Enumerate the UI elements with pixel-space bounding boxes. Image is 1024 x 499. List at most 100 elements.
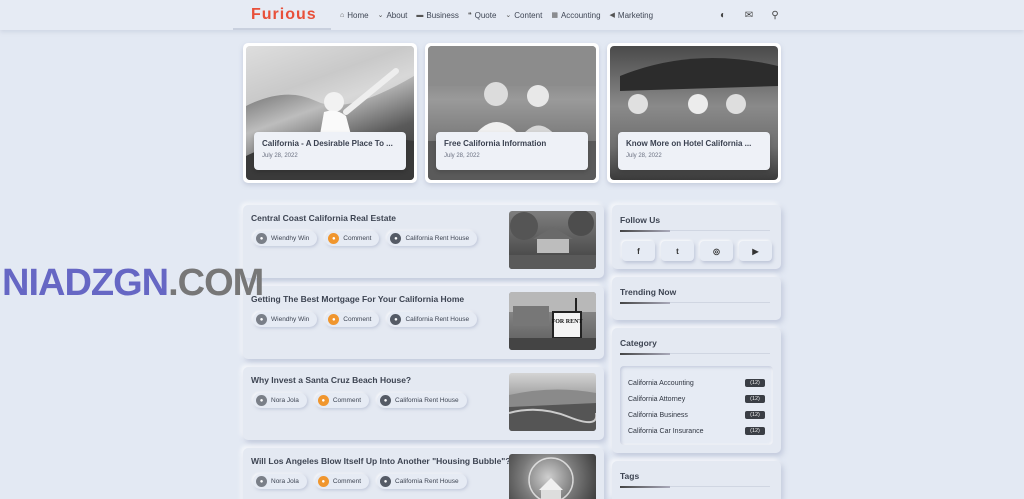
post-title[interactable]: Getting The Best Mortgage For Your Calif… <box>251 294 464 304</box>
post-title[interactable]: Why Invest a Santa Cruz Beach House? <box>251 375 411 385</box>
featured-date: July 28, 2022 <box>262 153 298 159</box>
post-title[interactable]: Central Coast California Real Estate <box>251 213 396 223</box>
comment-pill[interactable]: ● Comment <box>314 474 370 489</box>
category-item[interactable]: California Business (12) <box>628 407 765 423</box>
post-title[interactable]: Will Los Angeles Blow Itself Up Into Ano… <box>251 456 511 466</box>
facebook-icon[interactable]: f <box>622 241 655 261</box>
user-icon: ● <box>256 476 267 487</box>
briefcase-icon: ▬ <box>416 11 424 19</box>
featured-image[interactable]: Know More on Hotel California ... July 2… <box>610 46 778 180</box>
home-icon: ⌂ <box>340 11 345 19</box>
search-icon[interactable]: ⚲ <box>768 8 782 22</box>
post-thumbnail-art <box>509 389 596 431</box>
featured-title[interactable]: Free California Information <box>444 139 580 148</box>
featured-post[interactable]: Know More on Hotel California ... July 2… <box>607 43 781 183</box>
site-logo[interactable]: Furious <box>251 6 317 24</box>
featured-title[interactable]: Know More on Hotel California ... <box>626 139 762 148</box>
post-card[interactable]: Why Invest a Santa Cruz Beach House? ● No… <box>243 367 604 440</box>
featured-post[interactable]: Free California Information July 28, 202… <box>425 43 599 183</box>
post-thumbnail[interactable] <box>509 454 596 499</box>
chevron-down-icon: ⌄ <box>505 12 512 19</box>
comment-label: Comment <box>343 316 372 323</box>
post-thumbnail[interactable] <box>509 373 596 431</box>
comment-pill[interactable]: ● Comment <box>325 231 380 246</box>
theme-toggle-icon[interactable]: ◐ <box>716 8 730 22</box>
comment-pill[interactable]: ● Comment <box>325 312 380 327</box>
category-name: California Business <box>628 411 688 419</box>
category-widget: Category California Accounting (12) Calif… <box>612 328 781 453</box>
category-pill[interactable]: ● California Rent House <box>387 231 478 246</box>
nav-accounting[interactable]: ▦ Accounting <box>551 11 600 20</box>
nav-quote[interactable]: ❝ Quote <box>468 11 497 20</box>
comment-pill[interactable]: ● Comment <box>314 393 370 408</box>
nav-business[interactable]: ▬ Business <box>416 11 458 20</box>
watermark-logo: NIADZGN.COM <box>2 262 264 305</box>
comment-icon: ● <box>328 233 340 244</box>
nav-label: Accounting <box>560 10 601 20</box>
widget-title-rule <box>670 353 770 354</box>
category-pill[interactable]: ● California Rent House <box>377 474 467 489</box>
calculator-icon: ▦ <box>551 12 558 19</box>
featured-date: July 28, 2022 <box>444 153 480 159</box>
featured-image[interactable]: California - A Desirable Place To ... Ju… <box>246 46 414 180</box>
watermark-part2: .COM <box>168 262 264 304</box>
author-pill[interactable]: ● Nora Jola <box>253 474 307 489</box>
post-card[interactable]: Central Coast California Real Estate ● Wi… <box>243 205 604 278</box>
comment-label: Comment <box>332 478 362 485</box>
category-item[interactable]: California Accounting (12) <box>628 375 765 391</box>
nav-marketing[interactable]: ◀ Marketing <box>610 11 654 20</box>
category-item[interactable]: California Attorney (12) <box>628 391 765 407</box>
comment-label: Comment <box>332 397 362 404</box>
chevron-down-icon: ⌄ <box>377 12 384 19</box>
post-card[interactable]: Getting The Best Mortgage For Your Calif… <box>243 286 604 359</box>
instagram-icon[interactable]: ◎ <box>700 241 733 261</box>
comment-icon: ● <box>317 476 329 487</box>
youtube-icon[interactable]: ▶ <box>739 241 772 261</box>
category-item[interactable]: California Car Insurance (12) <box>628 423 765 439</box>
for-rent-sign-text: FOR RENT <box>552 319 583 325</box>
author-name: Wiendhy Win <box>271 235 310 242</box>
featured-image[interactable]: Free California Information July 28, 202… <box>428 46 596 180</box>
category-icon: ● <box>390 314 402 325</box>
comment-icon: ● <box>317 395 329 406</box>
post-meta: ● Wiendhy Win ● Comment ● California Rent H… <box>253 231 485 246</box>
nav-about[interactable]: ⌄ About <box>378 11 408 20</box>
category-count: (12) <box>745 379 765 387</box>
category-label: California Rent House <box>405 235 470 242</box>
social-links: f t ◎ ▶ <box>622 241 778 261</box>
category-label: California Rent House <box>405 316 470 323</box>
featured-title[interactable]: California - A Desirable Place To ... <box>262 139 398 148</box>
author-pill[interactable]: ● Wiendhy Win <box>253 231 318 246</box>
category-list: California Accounting (12) California Att… <box>620 366 773 445</box>
author-name: Nora Jola <box>271 397 299 404</box>
logo-underline <box>233 28 331 30</box>
category-count: (12) <box>745 395 765 403</box>
category-name: California Car Insurance <box>628 427 704 435</box>
category-icon: ● <box>380 395 392 406</box>
category-pill[interactable]: ● California Rent House <box>387 312 478 327</box>
category-name: California Attorney <box>628 395 686 403</box>
featured-card: Free California Information July 28, 202… <box>436 132 588 170</box>
post-card[interactable]: Will Los Angeles Blow Itself Up Into Ano… <box>243 448 604 499</box>
nav-content[interactable]: ⌄ Content <box>505 11 542 20</box>
author-pill[interactable]: ● Nora Jola <box>253 393 307 408</box>
widget-title-rule <box>670 230 770 231</box>
mail-icon[interactable]: ✉ <box>742 8 756 22</box>
widget-title: Tags <box>620 471 640 481</box>
featured-post[interactable]: California - A Desirable Place To ... Ju… <box>243 43 417 183</box>
category-pill[interactable]: ● California Rent House <box>377 393 467 408</box>
author-pill[interactable]: ● Wiendhy Win <box>253 312 318 327</box>
user-icon: ● <box>256 314 267 325</box>
widget-title-underline <box>620 353 670 355</box>
megaphone-icon: ◀ <box>609 12 615 19</box>
widget-title: Follow Us <box>620 215 661 225</box>
widget-title: Category <box>620 338 657 348</box>
post-thumbnail[interactable]: FOR RENT <box>509 292 596 350</box>
post-thumbnail[interactable] <box>509 211 596 269</box>
featured-card: California - A Desirable Place To ... Ju… <box>254 132 406 170</box>
nav-home[interactable]: ⌂ Home <box>340 11 369 20</box>
twitter-icon[interactable]: t <box>661 241 694 261</box>
nav-label: Business <box>426 10 459 20</box>
site-header: Furious ⌂ Home ⌄ About ▬ Business ❝ Quote ⌄ C… <box>0 0 1024 30</box>
main-nav: ⌂ Home ⌄ About ▬ Business ❝ Quote ⌄ Content ▦… <box>340 0 662 30</box>
